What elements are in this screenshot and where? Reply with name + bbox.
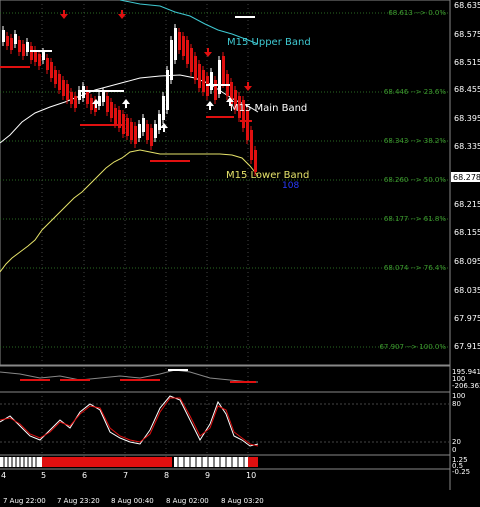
candle-body	[190, 48, 193, 72]
candle-body	[202, 70, 205, 92]
fib-level-label: 67.907 --> 100.0%	[379, 343, 446, 351]
fib-level-label: 68.343 --> 38.2%	[384, 137, 446, 145]
candle-body	[222, 56, 225, 84]
candle-body	[50, 62, 53, 78]
candle-body	[218, 60, 221, 94]
candle-body	[142, 118, 145, 132]
current-price-label: 68.278	[453, 173, 480, 182]
candle-body	[154, 124, 157, 138]
main-chart-frame	[0, 0, 451, 366]
candle-body	[246, 110, 249, 140]
candle-body	[66, 84, 69, 100]
fib-level-label: 68.613 --> 0.0%	[388, 9, 446, 17]
candle-body	[146, 124, 149, 140]
stoch-tick-label: 100	[452, 392, 465, 400]
candle-body	[182, 36, 185, 56]
candle-body	[106, 96, 109, 112]
candle-body	[14, 34, 17, 44]
candle-body	[74, 96, 77, 108]
fib-level-label: 68.446 --> 23.6%	[384, 88, 446, 96]
price-tick-label: 68.155	[454, 228, 480, 237]
candle-body	[134, 126, 137, 144]
candle-body	[42, 52, 45, 60]
cci-red-dots	[20, 379, 256, 383]
time-axis-label: 8 Aug 02:00	[166, 497, 209, 505]
stoch-tick-label: 20	[452, 438, 461, 446]
candle-body	[114, 108, 117, 124]
stoch-tick-label: 80	[452, 400, 461, 408]
candle-body	[138, 124, 141, 138]
candle-body	[130, 122, 133, 140]
candle-body	[70, 92, 73, 104]
candle-body	[162, 96, 165, 120]
time-axis-label: 7 Aug 23:20	[57, 497, 100, 505]
hour-label: 6	[82, 471, 87, 480]
price-tick-label: 68.095	[454, 257, 480, 266]
price-tick-label: 68.575	[454, 30, 480, 39]
candle-body	[58, 74, 61, 90]
price-tick-label: 68.035	[454, 286, 480, 295]
hour-label: 4	[1, 471, 6, 480]
cci-tick-label: -206.363	[452, 382, 480, 390]
time-axis-label: 8 Aug 00:40	[111, 497, 154, 505]
candle-body	[10, 38, 13, 50]
candle-body	[210, 72, 213, 90]
price-tick-label: 68.395	[454, 114, 480, 123]
candle-body	[30, 46, 33, 60]
time-axis-label: 8 Aug 03:20	[221, 497, 264, 505]
price-tick-label: 68.455	[454, 85, 480, 94]
fib-level-label: 68.074 --> 76.4%	[384, 264, 446, 272]
candle-body	[46, 58, 49, 70]
candle-body	[98, 96, 101, 106]
candle-body	[22, 44, 25, 56]
price-tick-label: 68.215	[454, 200, 480, 209]
price-tick-label: 68.635	[454, 1, 480, 10]
upper-band-label: M15 Upper Band	[227, 37, 311, 48]
candle-body	[166, 70, 169, 110]
stoch-signal-line	[0, 397, 259, 447]
hour-label: 10	[246, 471, 256, 480]
candle-body	[18, 40, 21, 52]
hour-label: 7	[123, 471, 128, 480]
hour-label: 9	[205, 471, 210, 480]
price-tick-label: 67.915	[454, 342, 480, 351]
candle-body	[186, 40, 189, 64]
price-tick-label: 68.335	[454, 142, 480, 151]
candle-body	[102, 92, 105, 102]
price-tick-label: 67.975	[454, 314, 480, 323]
marker-label: 108	[282, 181, 299, 191]
hour-label: 8	[164, 471, 169, 480]
bar-tick-label: -0.25	[452, 468, 470, 476]
signal-bar-strip	[0, 457, 258, 467]
fib-level-label: 68.177 --> 61.8%	[384, 215, 446, 223]
main-band-label: M15 Main Band	[230, 103, 307, 114]
candle-body	[86, 90, 89, 104]
candle-body	[62, 80, 65, 96]
candle-body	[174, 28, 177, 60]
candle-body	[194, 56, 197, 80]
candle-body	[38, 54, 41, 66]
hour-label: 5	[41, 471, 46, 480]
fib-level-label: 68.260 --> 50.0%	[384, 176, 446, 184]
time-axis-label: 7 Aug 22:00	[3, 497, 46, 505]
chart-canvas[interactable]: 68.613 --> 0.0% 68.446 --> 23.6% 68.343 --…	[0, 0, 480, 507]
lower-band-label: M15 Lower Band	[226, 170, 309, 181]
cci-white-dots	[168, 369, 188, 371]
candle-body	[170, 40, 173, 80]
candle-body	[178, 32, 181, 50]
candle-body	[26, 42, 29, 52]
candle-body	[54, 70, 57, 84]
candle-body	[214, 80, 217, 100]
candle-body	[126, 118, 129, 136]
candle-body	[150, 128, 153, 146]
candle-body	[2, 30, 5, 42]
candle-body	[110, 102, 113, 118]
candle-body	[6, 36, 9, 46]
candle-body	[254, 150, 257, 172]
candle-body	[198, 64, 201, 88]
stoch-tick-label: 0	[452, 446, 456, 454]
price-tick-label: 68.515	[454, 58, 480, 67]
candle-body	[250, 130, 253, 160]
